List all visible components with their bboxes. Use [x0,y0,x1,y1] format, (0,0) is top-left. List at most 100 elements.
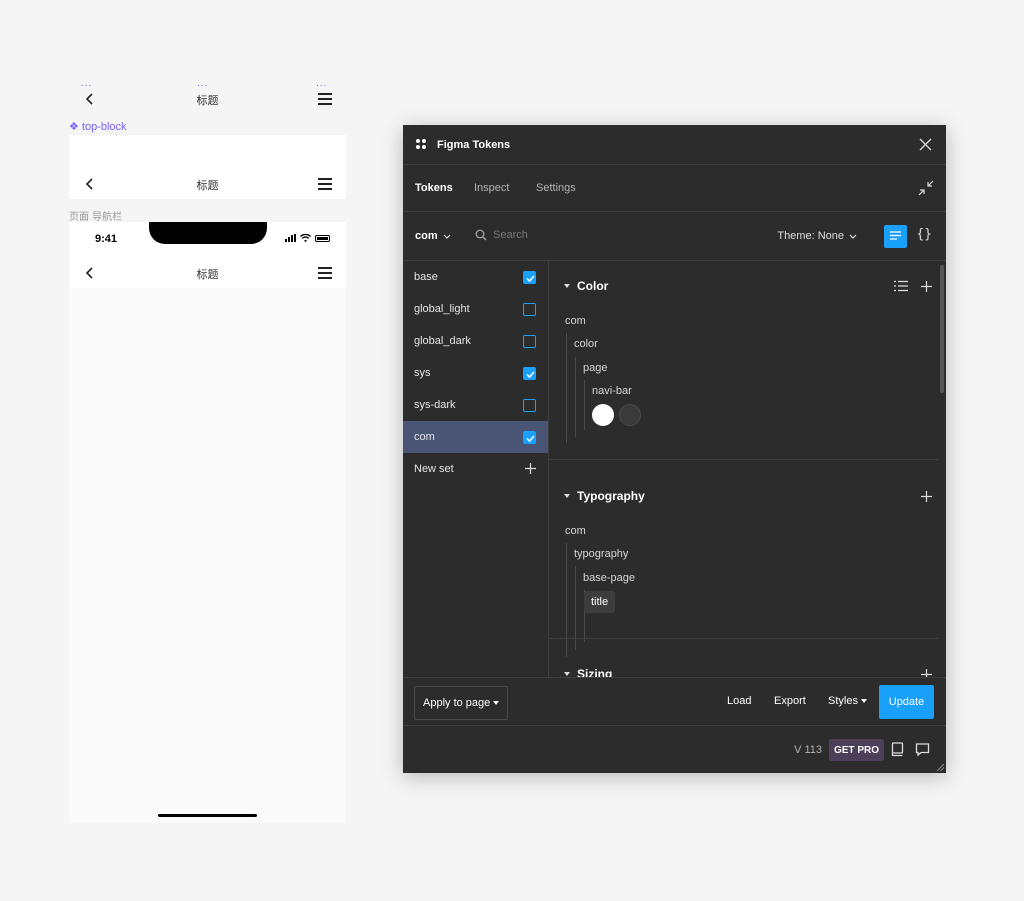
token-sets-sidebar: base global_light global_dark sys sys-da… [403,261,549,677]
new-set-label: New set [414,463,454,475]
token-set-selector-label: com [415,230,438,242]
search-box [475,229,673,241]
component-label[interactable]: ❖ top-block [69,120,127,133]
token-set-label: base [414,271,438,283]
load-button[interactable]: Load [727,695,751,707]
token-set-label: sys [414,367,431,379]
add-color-token-icon[interactable] [920,280,933,293]
section-divider [549,638,938,639]
action-footer: Apply to page Load Export Styles Update [403,677,946,726]
typography-token-pill[interactable]: title [584,591,616,613]
tree-group-label[interactable]: typography [574,548,628,560]
docs-icon[interactable] [890,742,905,757]
apply-to-page-label: Apply to page [423,697,491,709]
tree-guide [566,543,567,657]
update-button[interactable]: Update [879,685,934,719]
list-icon[interactable] [894,280,908,292]
token-set-global-dark[interactable]: global_dark [403,325,548,357]
section-header-sizing[interactable]: Sizing [564,667,612,677]
figma-tokens-plugin: Figma Tokens Tokens Inspect Settings com… [403,125,946,773]
nav-title: 标题 [196,268,219,281]
token-set-global-light[interactable]: global_light [403,293,548,325]
section-header-typography[interactable]: Typography [564,489,645,503]
token-set-checkbox[interactable] [523,399,536,412]
new-set-button[interactable]: New set [403,453,548,485]
tree-group-label[interactable]: page [583,362,607,374]
color-token-swatch[interactable] [619,404,641,426]
version-label: V 113 [794,744,822,756]
checkmark-icon [526,371,535,379]
caret-down-icon [564,672,570,676]
tree-group-label[interactable]: base-page [583,572,635,584]
plugin-title: Figma Tokens [437,139,511,151]
search-input[interactable] [493,229,673,241]
tokens-content: Color com color page navi-bar Typography com t… [549,261,946,677]
add-typography-token-icon[interactable] [920,490,933,503]
token-set-checkbox[interactable] [523,335,536,348]
token-set-selector[interactable]: com [415,230,451,242]
menu-icon [318,267,332,279]
get-pro-button[interactable]: GET PRO [828,739,884,761]
styles-dropdown[interactable]: Styles [828,695,867,707]
token-set-sys-dark[interactable]: sys-dark [403,389,548,421]
chevron-down-icon [443,234,451,239]
menu-icon [318,178,332,190]
json-view-button[interactable]: {} [916,227,932,242]
content-scrollbar[interactable] [940,265,944,393]
home-indicator [158,814,257,817]
caret-down-icon [493,701,500,705]
list-view-button[interactable] [884,225,907,248]
plugin-logo-icon [416,139,428,151]
chevron-down-icon [849,234,857,239]
feedback-icon[interactable] [915,742,930,757]
menu-icon [318,93,332,105]
tree-group-label[interactable]: navi-bar [592,385,632,397]
caret-down-icon [564,494,570,498]
phone-frame[interactable]: 9:41 标题 [69,222,346,823]
section-divider [549,459,938,460]
export-button[interactable]: Export [774,695,806,707]
token-set-checkbox[interactable] [523,367,536,380]
caret-down-icon [564,284,570,288]
add-sizing-token-icon[interactable] [920,668,933,677]
section-header-color[interactable]: Color [564,279,608,293]
tab-settings[interactable]: Settings [536,182,576,194]
phone-notch [149,222,267,244]
tab-inspect[interactable]: Inspect [474,182,509,194]
section-title: Sizing [577,667,613,677]
nav-title: 标题 [196,94,219,107]
apply-to-page-dropdown[interactable]: Apply to page [414,686,509,720]
section-title: Color [577,279,609,293]
tab-tokens[interactable]: Tokens [415,182,453,194]
token-set-sys[interactable]: sys [403,357,548,389]
nav-bar-component[interactable]: 标题 [69,84,346,114]
frame-label[interactable]: 页面 导航栏 [69,208,122,223]
tree-group-label[interactable]: com [565,315,586,327]
plus-icon [525,463,536,474]
signal-icon [285,234,296,242]
tree-group-label[interactable]: com [565,525,586,537]
tree-group-label[interactable]: color [574,338,598,350]
token-set-base[interactable]: base [403,261,548,293]
close-icon[interactable] [919,138,932,151]
styles-label: Styles [828,695,858,707]
token-set-label: com [414,431,435,443]
token-set-label: global_dark [414,335,471,347]
token-set-checkbox[interactable] [523,271,536,284]
token-set-com[interactable]: com [403,421,548,453]
checkmark-icon [526,435,535,443]
token-set-checkbox[interactable] [523,303,536,316]
theme-selector[interactable]: Theme: None [777,230,857,242]
plugin-titlebar[interactable]: Figma Tokens [403,125,946,165]
top-block-frame[interactable]: 标题 [69,135,346,199]
minimize-icon[interactable] [918,180,934,196]
resize-handle-icon[interactable] [936,763,945,772]
color-token-swatch[interactable] [592,404,614,426]
token-set-checkbox[interactable] [523,431,536,444]
status-bar: 9:41 [69,222,346,258]
tree-guide [584,380,585,430]
section-title: Typography [577,489,645,503]
tree-guide [566,333,567,443]
status-time: 9:41 [95,233,118,245]
nav-bar-instance: 标题 [69,258,346,288]
